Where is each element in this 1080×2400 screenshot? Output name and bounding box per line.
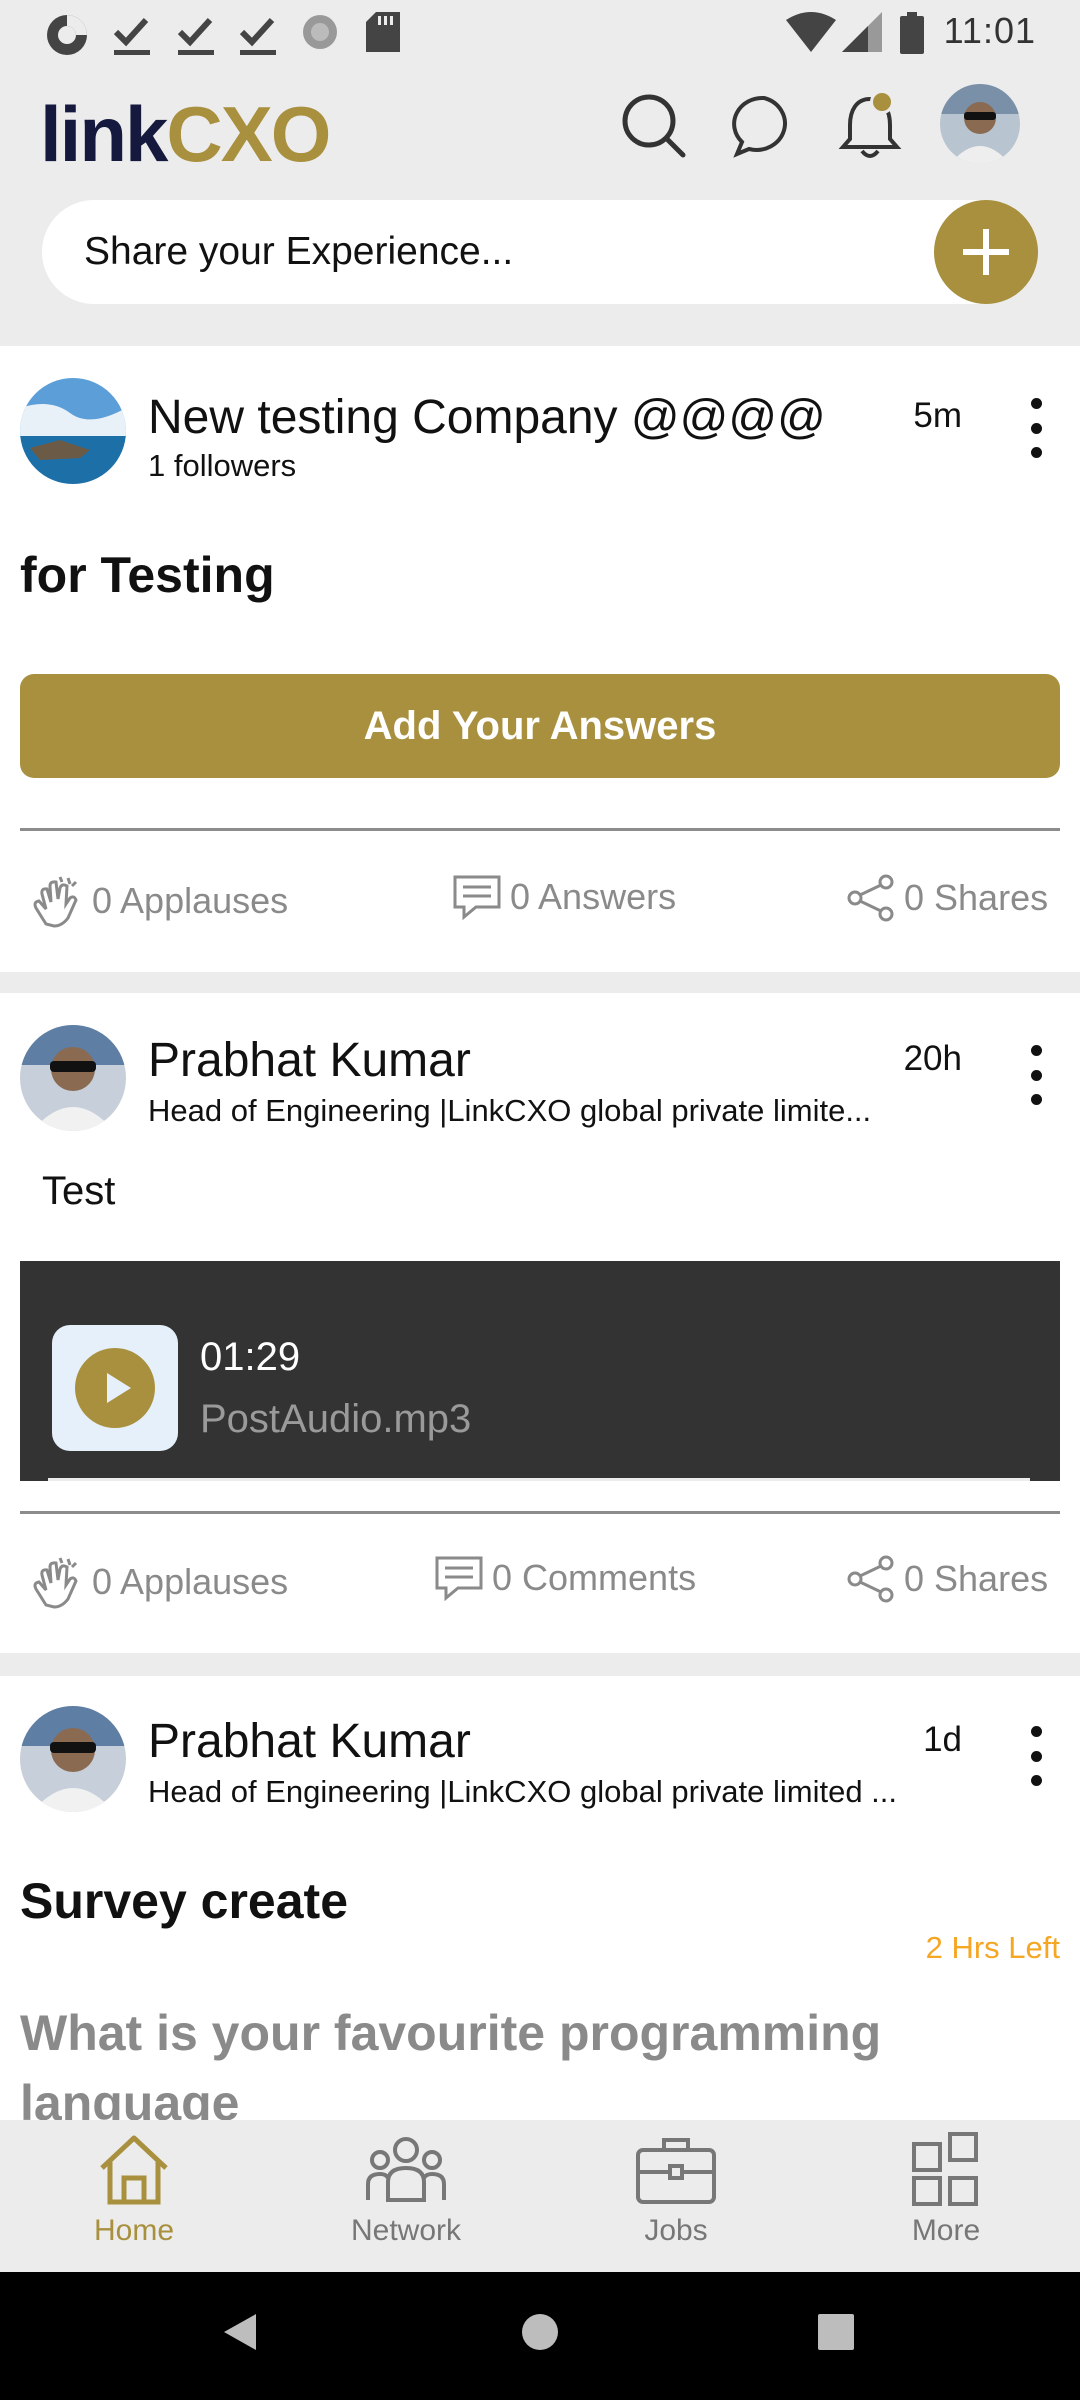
post-author-subtitle: Head of Engineering |LinkCXO global priv… (148, 1093, 872, 1128)
post-time: 20h (903, 1039, 962, 1078)
logo-text-cxo: CXO (166, 89, 331, 178)
audio-filename: PostAudio.mp3 (200, 1397, 472, 1441)
nav-jobs[interactable]: Jobs (576, 2130, 776, 2248)
audio-progress-track[interactable] (48, 1478, 1030, 1481)
more-options-icon[interactable] (1022, 1726, 1050, 1786)
more-options-icon[interactable] (1022, 1045, 1050, 1105)
post-author[interactable]: New testing Company @@@@ (148, 390, 826, 445)
applause-button[interactable]: 0 Applauses (30, 874, 288, 928)
comments-button[interactable]: 0 Comments (434, 1555, 696, 1601)
back-icon[interactable] (222, 2312, 258, 2352)
clap-icon (33, 876, 78, 928)
answers-count: 0 Answers (510, 876, 677, 917)
download-done-icon (239, 17, 276, 55)
post-author[interactable]: Prabhat Kumar (148, 1033, 471, 1088)
home-circle-icon[interactable] (520, 2312, 560, 2352)
applause-count: 0 Applauses (92, 880, 289, 921)
notification-badge (870, 90, 894, 114)
wifi-icon (786, 12, 836, 52)
audio-play-button[interactable] (52, 1325, 178, 1451)
search-icon[interactable] (614, 86, 694, 166)
system-navigation-bar (0, 2272, 1080, 2400)
nav-more-label: More (911, 2214, 981, 2247)
sd-card-icon (366, 12, 400, 52)
share-icon (847, 874, 894, 922)
share-button[interactable]: 0 Shares (846, 874, 1048, 922)
author-avatar[interactable] (20, 1025, 126, 1131)
share-icon (847, 1555, 894, 1603)
post-title: for Testing (20, 547, 275, 603)
loading-icon (303, 15, 337, 49)
nav-network[interactable]: Network (306, 2130, 506, 2248)
audio-player[interactable]: 01:29 PostAudio.mp3 (20, 1261, 1060, 1481)
play-icon (75, 1348, 155, 1428)
share-experience-input[interactable]: Share your Experience... (42, 200, 1032, 304)
applause-button[interactable]: 0 Applauses (30, 1555, 288, 1609)
grid-icon (912, 2132, 978, 2206)
survey-title: Survey create (20, 1873, 349, 1929)
audio-duration: 01:29 (200, 1335, 301, 1379)
more-options-icon[interactable] (1022, 398, 1050, 458)
sync-icon (47, 15, 87, 55)
post-author[interactable]: Prabhat Kumar (148, 1714, 471, 1769)
survey-question: What is your favourite programming langu… (20, 2005, 882, 2120)
divider (20, 828, 1060, 831)
nav-jobs-label: Jobs (644, 2214, 708, 2247)
post-card: Prabhat Kumar Head of Engineering |LinkC… (0, 993, 1080, 1653)
comments-count: 0 Comments (492, 1557, 697, 1598)
post-author-subtitle: 1 followers (148, 448, 297, 483)
applause-count: 0 Applauses (92, 1561, 289, 1602)
briefcase-icon (636, 2138, 716, 2204)
comment-icon (435, 1556, 483, 1601)
comment-icon (453, 875, 501, 920)
download-done-icon (113, 17, 150, 55)
post-card: Prabhat Kumar Head of Engineering |LinkC… (0, 1676, 1080, 2120)
company-avatar[interactable] (20, 378, 126, 484)
share-count: 0 Shares (904, 877, 1049, 918)
home-icon (100, 2135, 168, 2205)
clock: 11:01 (943, 10, 1036, 51)
post-card: New testing Company @@@@ 1 followers 5m … (0, 346, 1080, 972)
post-author-subtitle: Head of Engineering |LinkCXO global priv… (148, 1774, 898, 1809)
share-placeholder: Share your Experience... (84, 230, 514, 273)
divider (20, 1511, 1060, 1514)
post-time: 5m (913, 396, 962, 435)
share-button[interactable]: 0 Shares (846, 1555, 1048, 1603)
status-bar: 11:01 (0, 0, 1080, 64)
app-header: link CXO Share your Experience... (0, 64, 1080, 346)
nav-home-label: Home (93, 2214, 175, 2247)
nav-more[interactable]: More (846, 2130, 1046, 2248)
author-avatar[interactable] (20, 1706, 126, 1812)
battery-icon (900, 12, 924, 54)
post-time: 1d (923, 1720, 962, 1759)
download-done-icon (177, 17, 214, 55)
profile-avatar[interactable] (940, 84, 1020, 164)
nav-network-label: Network (350, 2214, 462, 2247)
nav-home[interactable]: Home (34, 2130, 234, 2248)
add-answers-button[interactable]: Add Your Answers (20, 674, 1060, 778)
cellular-signal-icon (842, 12, 882, 52)
network-icon (366, 2137, 446, 2202)
clap-icon (33, 1557, 78, 1609)
answers-button[interactable]: 0 Answers (452, 874, 676, 920)
chat-icon[interactable] (724, 86, 804, 166)
create-post-button[interactable] (934, 200, 1038, 304)
plus-icon (963, 229, 1009, 275)
share-count: 0 Shares (904, 1558, 1049, 1599)
post-body: Test (42, 1169, 116, 1213)
recents-icon[interactable] (818, 2314, 854, 2350)
logo-text-link: link (40, 89, 168, 178)
linkcxo-logo[interactable]: link CXO (40, 84, 331, 184)
bottom-navigation: Home Network Jobs More (0, 2120, 1080, 2272)
survey-time-left: 2 Hrs Left (925, 1930, 1060, 1965)
